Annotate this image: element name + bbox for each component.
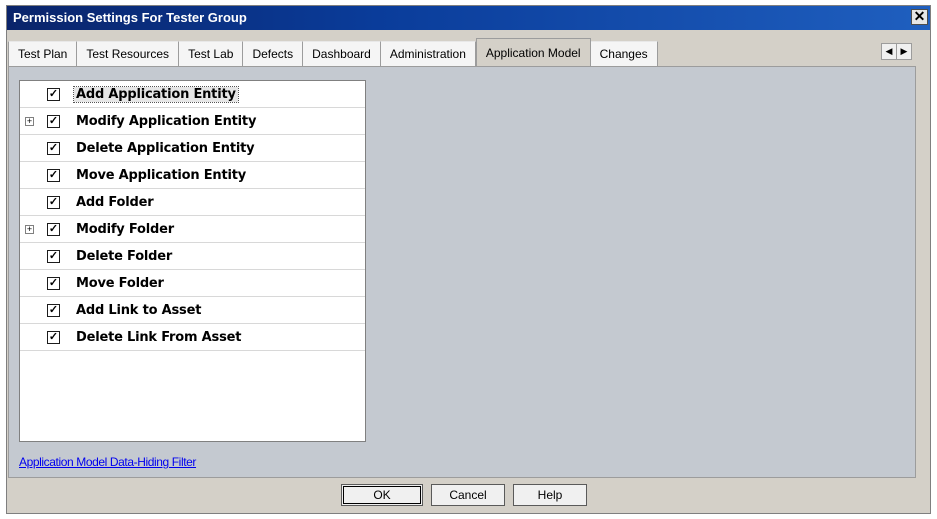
- tab-dashboard[interactable]: Dashboard: [303, 41, 381, 66]
- permission-label: Add Folder: [76, 195, 154, 210]
- ok-button[interactable]: OK: [341, 484, 423, 506]
- title-bar: Permission Settings For Tester Group ✕: [7, 6, 930, 30]
- permission-row[interactable]: ✓ Add Link to Asset: [20, 297, 365, 324]
- tab-defects[interactable]: Defects: [243, 41, 304, 66]
- permission-checkbox[interactable]: ✓: [47, 169, 60, 182]
- close-icon: ✕: [913, 8, 926, 24]
- permission-row[interactable]: ✓ Move Application Entity: [20, 162, 365, 189]
- permission-checkbox[interactable]: ✓: [47, 115, 60, 128]
- permission-label: Add Link to Asset: [76, 303, 202, 318]
- tab-application-model[interactable]: Application Model: [475, 38, 591, 67]
- expand-icon[interactable]: +: [25, 225, 34, 234]
- tab-scroll-buttons: ◀ ▶: [881, 43, 912, 60]
- permission-label: Delete Link From Asset: [76, 330, 242, 345]
- tab-test-lab[interactable]: Test Lab: [179, 41, 244, 66]
- tab-changes[interactable]: Changes: [590, 41, 658, 66]
- help-button[interactable]: Help: [513, 484, 587, 506]
- permission-row[interactable]: ✓ Delete Folder: [20, 243, 365, 270]
- permission-row[interactable]: ✓ Add Application Entity: [20, 81, 365, 108]
- tab-test-plan[interactable]: Test Plan: [8, 41, 78, 66]
- permission-row[interactable]: ✓ Add Folder: [20, 189, 365, 216]
- permission-label: Delete Folder: [76, 249, 173, 264]
- tab-administration[interactable]: Administration: [380, 41, 476, 66]
- triangle-left-icon[interactable]: ◀: [882, 44, 897, 59]
- permission-checkbox[interactable]: ✓: [47, 223, 60, 236]
- permission-row[interactable]: ✓ Move Folder: [20, 270, 365, 297]
- permission-row[interactable]: + ✓ Modify Application Entity: [20, 108, 365, 135]
- permission-checkbox[interactable]: ✓: [47, 331, 60, 344]
- window-title: Permission Settings For Tester Group: [13, 10, 247, 25]
- permission-checkbox[interactable]: ✓: [47, 88, 60, 101]
- permission-checkbox[interactable]: ✓: [47, 196, 60, 209]
- tab-strip: Test Plan Test Resources Test Lab Defect…: [8, 35, 916, 67]
- button-bar: OK Cancel Help: [341, 484, 587, 506]
- permission-checkbox[interactable]: ✓: [47, 142, 60, 155]
- permission-label: Delete Application Entity: [76, 141, 255, 156]
- permission-row[interactable]: ✓ Delete Link From Asset: [20, 324, 365, 351]
- close-button[interactable]: ✕: [911, 9, 928, 25]
- permission-checkbox[interactable]: ✓: [47, 277, 60, 290]
- permission-label: Move Folder: [76, 276, 164, 291]
- permission-label: Add Application Entity: [73, 86, 239, 103]
- cancel-button[interactable]: Cancel: [431, 484, 505, 506]
- triangle-right-icon[interactable]: ▶: [897, 44, 911, 59]
- permission-row[interactable]: + ✓ Modify Folder: [20, 216, 365, 243]
- permission-row[interactable]: ✓ Delete Application Entity: [20, 135, 365, 162]
- permission-label: Modify Application Entity: [76, 114, 257, 129]
- permission-checkbox[interactable]: ✓: [47, 304, 60, 317]
- permission-list: ✓ Add Application Entity + ✓ Modify Applicat…: [19, 80, 366, 442]
- permission-checkbox[interactable]: ✓: [47, 250, 60, 263]
- permission-label: Move Application Entity: [76, 168, 247, 183]
- tab-test-resources[interactable]: Test Resources: [77, 41, 180, 66]
- expand-icon[interactable]: +: [25, 117, 34, 126]
- permission-label: Modify Folder: [76, 222, 174, 237]
- data-hiding-filter-link[interactable]: Application Model Data-Hiding Filter: [19, 455, 196, 469]
